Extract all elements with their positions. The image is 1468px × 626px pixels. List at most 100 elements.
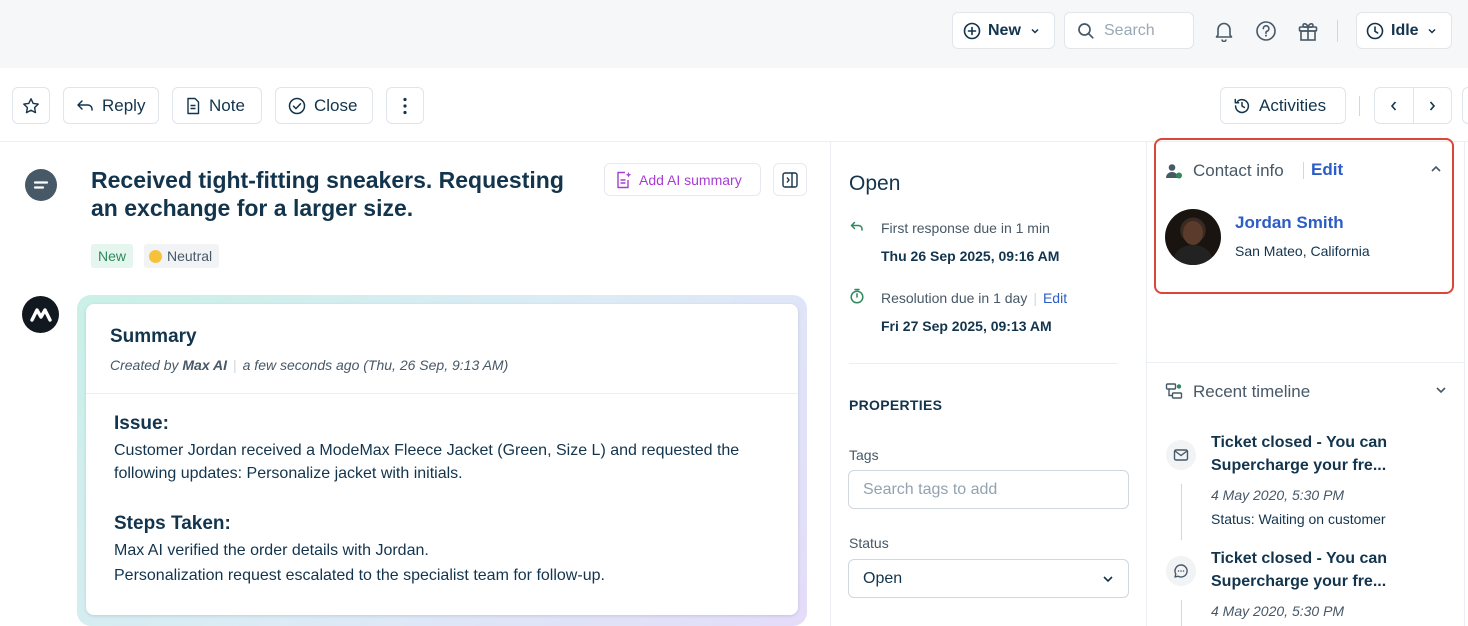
properties-divider: [849, 363, 1118, 364]
column-divider: [1146, 142, 1147, 626]
notifications-bell-icon[interactable]: [1212, 19, 1236, 43]
summary-heading: Summary: [110, 326, 197, 347]
action-bar-divider: [1359, 96, 1360, 116]
status-select[interactable]: Open: [848, 559, 1129, 598]
note-label: Note: [209, 95, 245, 115]
new-button[interactable]: New: [952, 12, 1055, 49]
column-divider: [1464, 142, 1465, 626]
gift-icon[interactable]: [1296, 19, 1320, 43]
previous-ticket-button[interactable]: [1375, 88, 1414, 123]
history-icon: [1234, 98, 1250, 113]
timeline-item-title[interactable]: Ticket closed - You can Supercharge your…: [1211, 431, 1456, 477]
timeline-item-date: 4 May 2020, 5:30 PM: [1211, 603, 1345, 619]
note-icon: [187, 97, 200, 114]
timeline-item-status: Status: Waiting on customer: [1211, 511, 1386, 527]
sentiment-badge: Neutral: [144, 244, 220, 268]
status-field-label: Status: [849, 535, 889, 551]
timeline-item-icon: [1166, 556, 1196, 586]
ticket-action-bar: Reply Note Close Activities: [0, 68, 1468, 142]
chevron-down-icon: [1031, 28, 1039, 34]
star-button[interactable]: [12, 87, 50, 124]
first-response-date: Thu 26 Sep 2025, 09:16 AM: [881, 248, 1060, 264]
resolution-row: Resolution due in 1 day | Edit: [881, 290, 1068, 306]
first-response-icon: [850, 221, 863, 231]
reply-button[interactable]: Reply: [63, 87, 159, 124]
created-by-prefix: Created by: [110, 357, 179, 373]
tags-label: Tags: [849, 447, 879, 463]
resolution-date: Fri 27 Sep 2025, 09:13 AM: [881, 318, 1052, 334]
ticket-pager: [1374, 87, 1452, 124]
ticket-status-title: Open: [849, 172, 901, 195]
resolution-timer-icon: [850, 288, 864, 304]
max-ai-avatar: [22, 296, 59, 333]
close-ticket-button[interactable]: Close: [275, 87, 373, 124]
summary-author: Max AI: [182, 357, 227, 373]
section-divider: [1147, 362, 1464, 363]
clock-icon: [1366, 22, 1384, 39]
first-response-label: First response due in 1 min: [881, 220, 1050, 236]
tags-placeholder: Search tags to add: [863, 480, 998, 498]
timeline-item-title[interactable]: Ticket closed - You can Supercharge your…: [1211, 547, 1456, 593]
search-placeholder: Search: [1104, 21, 1155, 39]
note-button[interactable]: Note: [172, 87, 262, 124]
summary-meta: Created by Max AI | a few seconds ago (Thu…: [110, 357, 509, 373]
timeline-icon: [1165, 383, 1183, 399]
ticket-status-badge: New: [91, 244, 134, 268]
timeline-item-date: 4 May 2020, 5:30 PM: [1211, 487, 1345, 503]
close-label: Close: [314, 95, 358, 115]
timeline-connector: [1181, 484, 1182, 540]
chevron-right-icon: [1430, 100, 1436, 111]
issue-text: Customer Jordan received a ModeMax Fleec…: [114, 442, 740, 482]
sentiment-label: Neutral: [167, 248, 213, 264]
top-navigation-bar: New Search Idle: [0, 0, 1468, 68]
contact-info-highlight: [1154, 138, 1454, 294]
issue-heading: Issue:: [114, 413, 169, 434]
toggle-side-panel-button[interactable]: [773, 163, 807, 196]
ticket-source-icon: [25, 169, 57, 201]
steps-line: Max AI verified the order details with J…: [114, 542, 429, 559]
vertical-ellipsis-icon: [403, 97, 407, 114]
timeline-connector: [1181, 600, 1182, 626]
properties-heading: PROPERTIES: [849, 397, 943, 413]
column-divider: [830, 142, 831, 626]
chevron-left-icon: [1390, 100, 1396, 111]
activities-label: Activities: [1259, 95, 1327, 115]
next-ticket-button[interactable]: [1414, 88, 1452, 123]
status-select-value: Open: [863, 569, 903, 587]
activities-button[interactable]: Activities: [1220, 87, 1346, 124]
reply-label: Reply: [102, 95, 146, 115]
recent-timeline-heading: Recent timeline: [1193, 382, 1311, 401]
summary-divider: [86, 393, 798, 394]
ticket-subject: Received tight-fitting sneakers. Request…: [91, 167, 564, 221]
chat-bubble-icon: [1174, 564, 1188, 578]
edit-resolution-link[interactable]: Edit: [1043, 290, 1067, 306]
panel-collapse-icon: [782, 171, 798, 188]
help-icon[interactable]: [1254, 19, 1278, 43]
add-ai-summary-label: Add AI summary: [639, 171, 742, 188]
overflow-button-edge[interactable]: [1462, 87, 1468, 124]
availability-status-label: Idle: [1391, 21, 1419, 39]
neutral-face-icon: [149, 249, 162, 263]
search-icon: [1078, 22, 1094, 39]
ai-sparkle-document-icon: [617, 171, 632, 188]
chevron-down-icon: [1428, 28, 1436, 34]
new-button-label: New: [988, 21, 1021, 39]
star-icon: [23, 97, 39, 113]
envelope-icon: [1173, 449, 1189, 461]
timeline-item-icon: [1166, 440, 1196, 470]
resolution-label: Resolution due in 1 day: [881, 290, 1028, 306]
chevron-down-icon: [1103, 575, 1113, 582]
steps-heading: Steps Taken:: [114, 513, 231, 534]
plus-circle-icon: [963, 22, 981, 39]
global-search-input[interactable]: Search: [1064, 12, 1194, 49]
steps-line: Personalization request escalated to the…: [114, 567, 605, 584]
chevron-down-icon[interactable]: [1434, 384, 1448, 396]
summary-timestamp: a few seconds ago (Thu, 26 Sep, 9:13 AM): [242, 357, 509, 373]
reply-arrow-icon: [77, 99, 93, 111]
ai-summary-card: Summary Created by Max AI | a few seconds …: [86, 304, 798, 615]
tags-input[interactable]: Search tags to add: [848, 470, 1129, 509]
add-ai-summary-button[interactable]: Add AI summary: [604, 163, 761, 196]
topbar-divider: [1337, 20, 1338, 42]
availability-status-button[interactable]: Idle: [1356, 12, 1452, 49]
more-options-button[interactable]: [386, 87, 424, 124]
